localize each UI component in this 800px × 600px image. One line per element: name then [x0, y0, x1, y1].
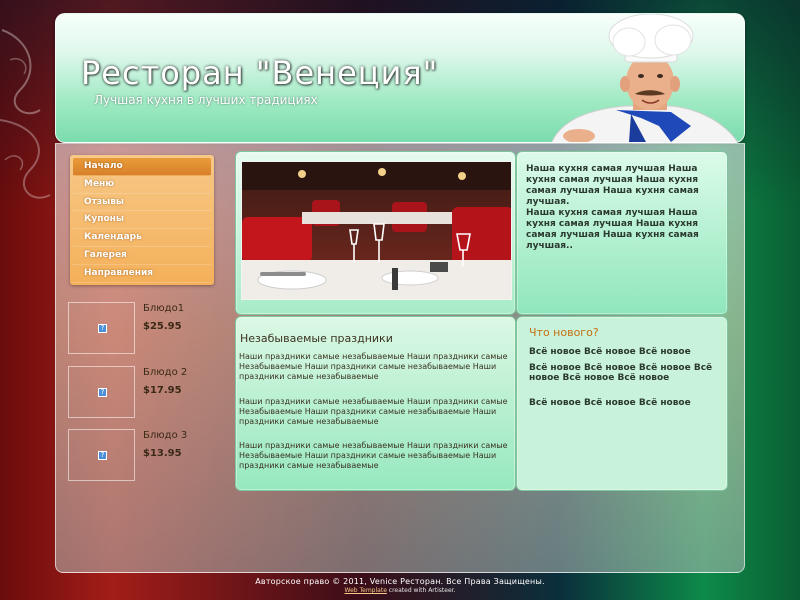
- menu-item-calendar[interactable]: Календарь: [73, 229, 211, 247]
- news-line: Всё новое Всё новое Всё новое Всё новое …: [529, 363, 713, 383]
- chef-image: [551, 14, 739, 142]
- intro-panel: Наша кухня самая лучшая Наша кухня самая…: [516, 151, 728, 315]
- web-template-link[interactable]: Web Template: [345, 587, 387, 594]
- product-price: $17.95: [143, 385, 182, 396]
- restaurant-photo-panel: [235, 151, 516, 315]
- news-title: Что нового?: [529, 326, 599, 339]
- intro-paragraph: Наша кухня самая лучшая Наша кухня самая…: [526, 164, 699, 207]
- site-title: Ресторан "Венеция": [81, 54, 439, 92]
- holidays-article-panel: Незабываемые праздники Наши праздники са…: [235, 316, 516, 491]
- news-panel: Что нового? Всё новое Всё новое Всё ново…: [516, 316, 728, 491]
- product-thumbnail[interactable]: ?: [68, 366, 135, 418]
- credits-line: Web Template created with Artisteer.: [0, 587, 800, 594]
- decorative-swirl: [0, 29, 51, 199]
- product-thumbnail[interactable]: ?: [68, 429, 135, 481]
- article-paragraph: Наши праздники самые незабываемые Наши п…: [239, 441, 508, 470]
- restaurant-illustration: [242, 162, 511, 299]
- article-paragraph: Наши праздники самые незабываемые Наши п…: [239, 352, 508, 381]
- site-slogan: Лучшая кухня в лучших традициях: [94, 93, 318, 107]
- vertical-menu: Начало Меню Отзывы Купоны Календарь Гале…: [70, 155, 214, 285]
- news-line: Всё новое Всё новое Всё новое: [529, 398, 691, 408]
- menu-item-gallery[interactable]: Галерея: [73, 247, 211, 265]
- product-item: ? Блюдо 2 $17.95: [68, 366, 218, 418]
- product-item: ? Блюдо 3 $13.95: [68, 429, 218, 481]
- article-paragraph: Наши праздники самые незабываемые Наши п…: [239, 397, 508, 426]
- menu-item-home[interactable]: Начало: [73, 158, 211, 176]
- broken-image-icon: ?: [98, 451, 107, 460]
- news-line: Всё новое Всё новое Всё новое: [529, 347, 691, 357]
- credits-text: created with Artisteer.: [386, 587, 456, 594]
- broken-image-icon: ?: [98, 324, 107, 333]
- article-title: Незабываемые праздники: [240, 332, 393, 345]
- page-footer: Авторское право © 2011, Venice Ресторан.…: [0, 577, 800, 594]
- product-name: Блюдо 2: [143, 367, 188, 378]
- menu-item-coupons[interactable]: Купоны: [73, 211, 211, 230]
- menu-item-directions[interactable]: Направления: [73, 265, 211, 283]
- intro-paragraph: Наша кухня самая лучшая Наша кухня самая…: [526, 208, 699, 251]
- product-thumbnail[interactable]: ?: [68, 302, 135, 354]
- product-name: Блюдо 3: [143, 430, 188, 441]
- product-price: $25.95: [143, 321, 182, 332]
- site-header: Ресторан "Венеция" Лучшая кухня в лучших…: [55, 13, 745, 143]
- product-price: $13.95: [143, 448, 182, 459]
- menu-item-menu[interactable]: Меню: [73, 176, 211, 194]
- menu-item-reviews[interactable]: Отзывы: [73, 194, 211, 212]
- broken-image-icon: ?: [98, 388, 107, 397]
- copyright-text: Авторское право © 2011, Venice Ресторан.…: [255, 577, 545, 586]
- product-name: Блюдо1: [143, 303, 185, 314]
- restaurant-interior-image: [241, 161, 512, 300]
- product-item: ? Блюдо1 $25.95: [68, 302, 218, 354]
